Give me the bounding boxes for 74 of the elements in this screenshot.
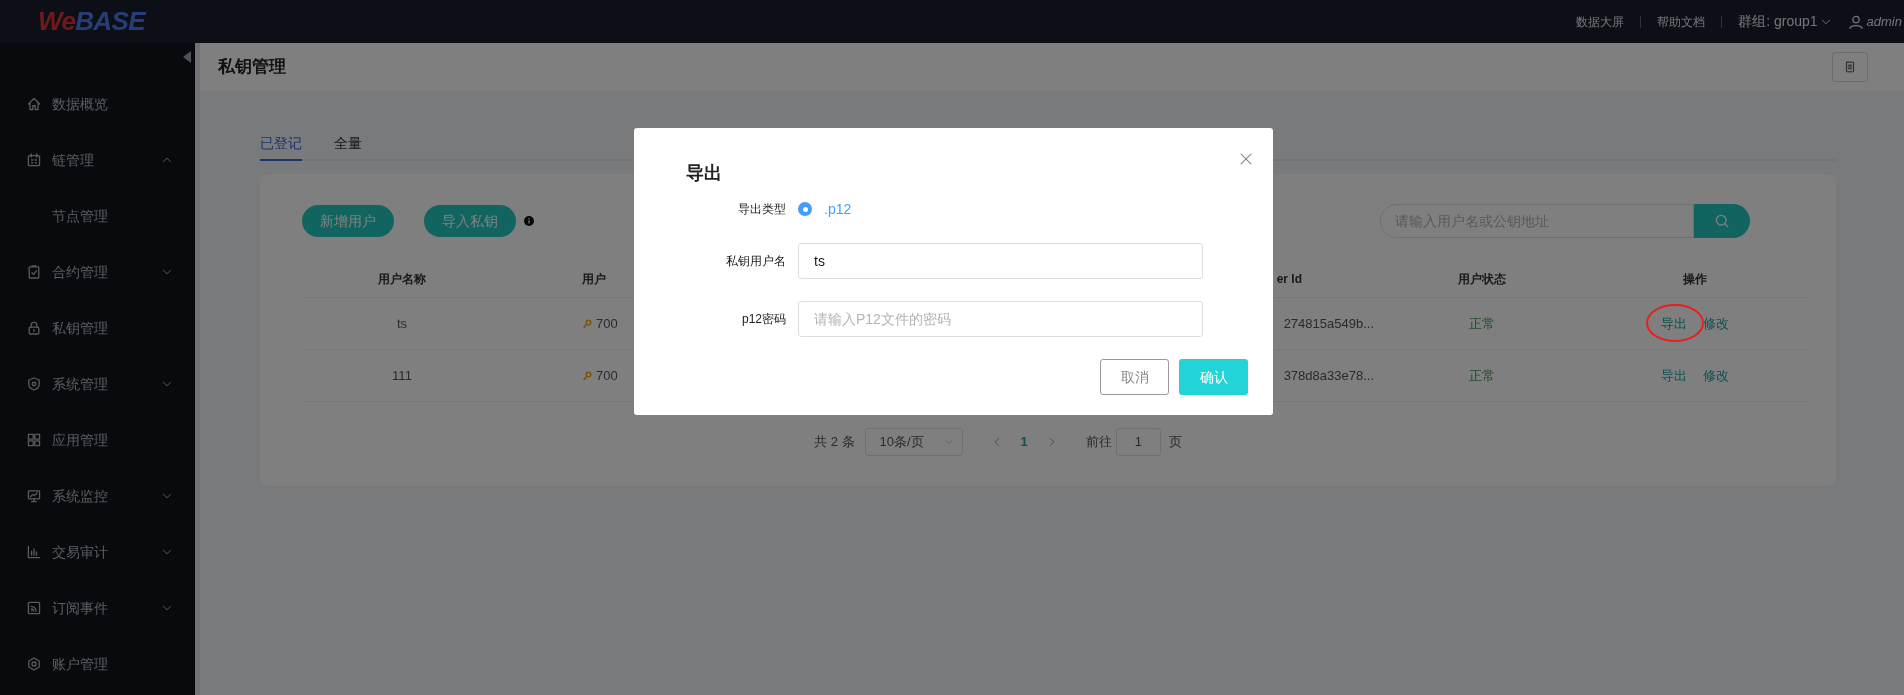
table-cell-text: 378d8a33e78... <box>1283 366 1374 385</box>
sidebar-item[interactable]: 合约管理 <box>0 244 195 300</box>
table-cell-text: ts <box>395 314 409 333</box>
page-button[interactable]: 1 <box>1010 432 1038 452</box>
header-link[interactable]: 数据大屏 <box>1560 12 1641 31</box>
page-size-select[interactable]: 10条/页 <box>864 428 963 456</box>
table-cell-text: 274815a549b... <box>1283 314 1374 333</box>
column-header: 用户 <box>581 270 607 288</box>
sidebar-subitem[interactable]: 节点管理 <box>0 188 195 244</box>
document-icon <box>1844 61 1856 73</box>
page-title: 私钥管理 <box>218 56 286 79</box>
close-button[interactable] <box>1239 152 1253 166</box>
goto-label: 前往 <box>1085 433 1112 452</box>
document-button[interactable] <box>1832 52 1868 82</box>
tab[interactable]: 全量 <box>334 127 362 161</box>
status-text: 正常 <box>1468 314 1496 333</box>
calendar-icon <box>26 152 42 168</box>
bar-chart-icon <box>26 544 42 560</box>
sidebar-item[interactable]: 系统监控 <box>0 468 195 524</box>
collapse-icon <box>183 51 191 63</box>
toolbar-button[interactable]: 导入私钥 <box>424 205 516 237</box>
page-input[interactable]: 1 <box>1115 428 1161 456</box>
sidebar-item[interactable]: 订阅事件 <box>0 580 195 636</box>
close-icon <box>1239 152 1253 166</box>
info-icon <box>524 216 534 226</box>
column-header: 用户状态 <box>1457 270 1507 288</box>
input-field[interactable]: 请输入P12文件的密码 <box>798 301 1203 337</box>
user-name[interactable]: admin <box>1866 11 1902 32</box>
search-button[interactable] <box>1694 204 1750 238</box>
action-link[interactable]: 修改 <box>1702 367 1729 383</box>
goto-suffix: 页 <box>1168 433 1182 452</box>
sidebar-item[interactable]: 账户管理 <box>0 636 195 692</box>
dialog-title: 导出 <box>686 162 723 185</box>
sidebar-item[interactable]: 私钥管理 <box>0 300 195 356</box>
sidebar-item[interactable]: 链管理 <box>0 132 195 188</box>
lock-icon <box>26 320 42 336</box>
action-link[interactable]: 修改 <box>1702 315 1729 331</box>
toolbar-button[interactable]: 新增用户 <box>302 205 394 237</box>
status-text: 正常 <box>1468 366 1496 385</box>
sidebar-item[interactable]: 数据概览 <box>0 76 195 132</box>
hexagon-icon <box>26 656 42 672</box>
key-icon <box>582 370 592 381</box>
house-icon <box>26 96 42 112</box>
action-link[interactable]: 导出 <box>1660 367 1687 383</box>
monitor-icon <box>26 488 42 504</box>
table-cell-text: 700 <box>596 314 618 333</box>
user-icon <box>1847 13 1864 30</box>
rss-icon <box>26 600 42 616</box>
grid-icon <box>26 432 42 448</box>
table-cell-text: 111 <box>391 366 413 385</box>
group-dropdown[interactable]: 群组: group1 <box>1722 11 1848 32</box>
key-icon <box>582 318 592 329</box>
total-count: 共 2 条 <box>814 433 855 452</box>
input-field[interactable]: ts <box>798 243 1203 279</box>
sidebar-item[interactable]: 应用管理 <box>0 412 195 468</box>
sidebar-item[interactable]: 交易审计 <box>0 524 195 580</box>
field-label: 导出类型 <box>737 201 787 218</box>
shield-icon <box>26 376 42 392</box>
column-header: 用户名称 <box>377 270 427 288</box>
sidebar-item[interactable]: 系统管理 <box>0 356 195 412</box>
radio-option[interactable]: .p12 <box>798 197 852 221</box>
search-icon <box>1714 213 1730 229</box>
cancel-button[interactable]: 取消 <box>1100 359 1169 395</box>
table-cell-text: 700 <box>596 366 618 385</box>
clipboard-icon <box>26 264 42 280</box>
column-header: er Id <box>1275 270 1303 288</box>
logo: WeBASE <box>38 5 145 38</box>
tab[interactable]: 已登记 <box>260 127 302 161</box>
confirm-button[interactable]: 确认 <box>1179 359 1248 395</box>
action-link[interactable]: 导出 <box>1660 315 1687 331</box>
header-link[interactable]: 帮助文档 <box>1641 12 1722 31</box>
column-header: 操作 <box>1681 270 1708 288</box>
field-label: 私钥用户名 <box>725 253 787 270</box>
field-label: p12密码 <box>740 311 787 328</box>
